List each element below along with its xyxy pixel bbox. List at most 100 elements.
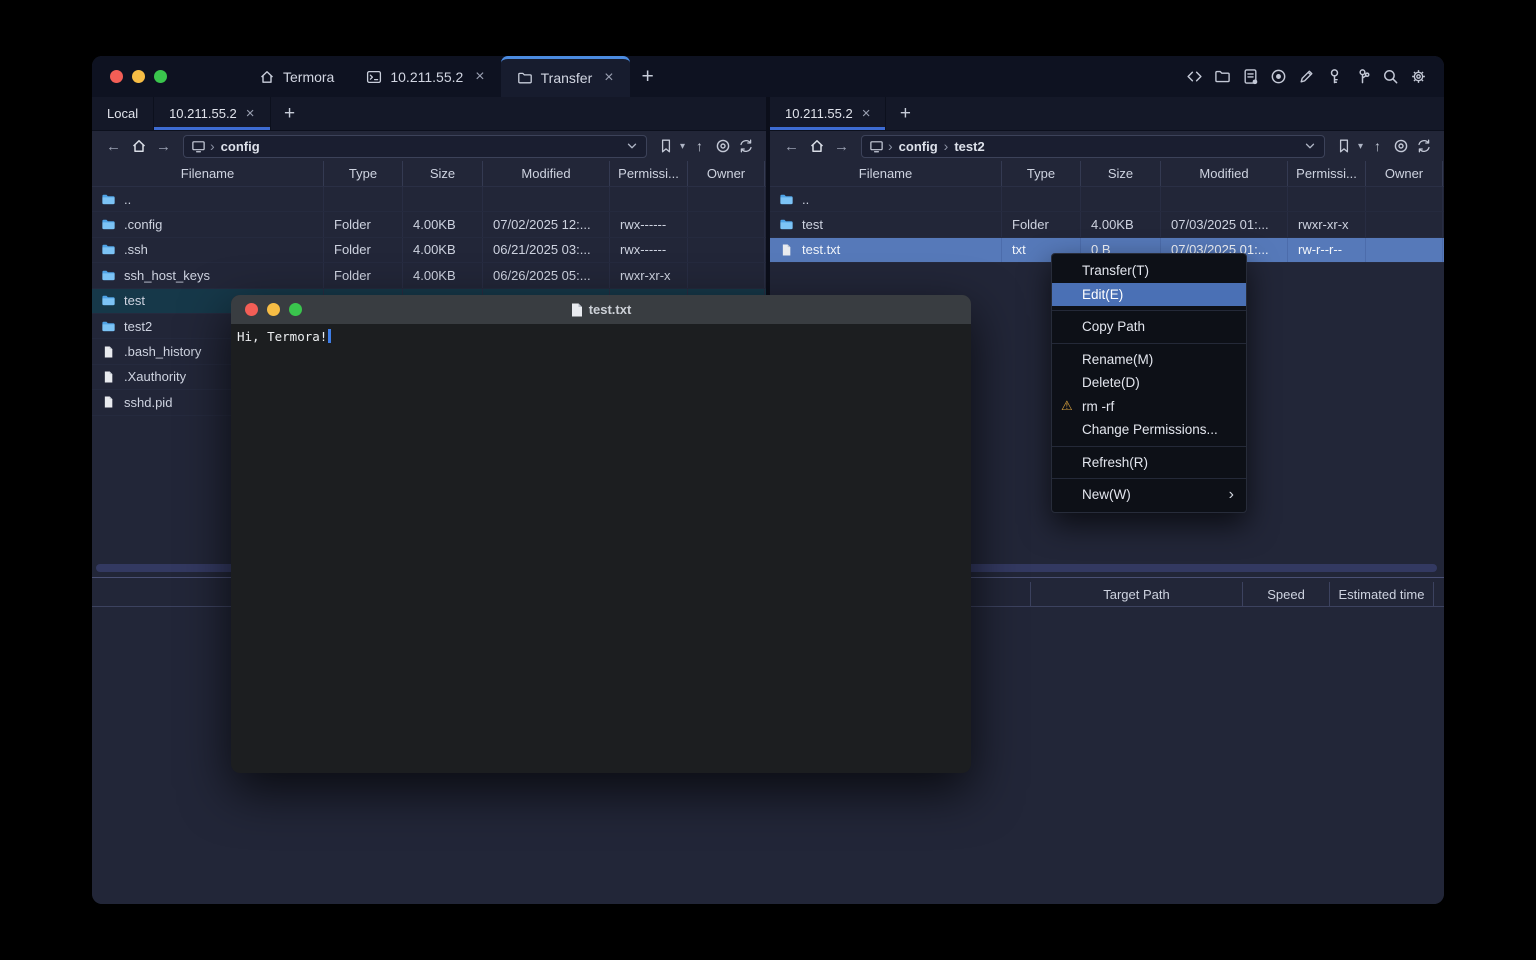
owner-cell bbox=[1366, 187, 1443, 211]
show-hidden-button[interactable] bbox=[1389, 134, 1412, 158]
log-icon[interactable] bbox=[1242, 68, 1259, 85]
menu-item-label: rm -rf bbox=[1082, 399, 1114, 414]
transfer-column-header[interactable]: Target Path bbox=[1031, 582, 1243, 606]
modified-cell: 07/03/2025 01:... bbox=[1161, 212, 1288, 236]
editor-titlebar[interactable]: test.txt bbox=[231, 295, 971, 324]
column-header[interactable]: Modified bbox=[483, 161, 610, 186]
owner-cell bbox=[688, 212, 765, 236]
table-header: FilenameTypeSizeModifiedPermissi...Owner bbox=[770, 161, 1444, 187]
show-hidden-button[interactable] bbox=[711, 134, 734, 158]
menu-item-edit-e[interactable]: Edit(E) bbox=[1052, 283, 1246, 307]
table-row[interactable]: testFolder4.00KB07/03/2025 01:...rwxr-xr… bbox=[770, 212, 1444, 237]
refresh-button[interactable] bbox=[1412, 134, 1435, 158]
tab-host[interactable]: 10.211.55.2 × bbox=[350, 56, 500, 97]
pane-tab-label: 10.211.55.2 bbox=[785, 106, 853, 121]
close-icon[interactable]: × bbox=[475, 69, 484, 85]
minimize-window-button[interactable] bbox=[132, 70, 145, 83]
menu-item-rename-m[interactable]: Rename(M) bbox=[1052, 348, 1246, 372]
new-tab-button[interactable]: + bbox=[630, 56, 666, 97]
permissions-cell: rw-r--r-- bbox=[1288, 238, 1366, 262]
bookmark-button[interactable] bbox=[654, 134, 677, 158]
upload-button[interactable]: ↑ bbox=[688, 134, 711, 158]
key-icon[interactable] bbox=[1326, 68, 1343, 85]
path-segment[interactable]: test2 bbox=[954, 139, 984, 154]
menu-item-refresh-r[interactable]: Refresh(R) bbox=[1052, 451, 1246, 475]
column-header[interactable]: Owner bbox=[1366, 161, 1443, 186]
close-icon[interactable]: × bbox=[862, 106, 871, 121]
record-icon[interactable] bbox=[1270, 68, 1287, 85]
forward-button[interactable]: → bbox=[829, 134, 854, 158]
close-window-button[interactable] bbox=[245, 303, 258, 316]
path-bar[interactable]: ›config bbox=[183, 135, 647, 158]
folder-icon bbox=[100, 242, 116, 257]
close-icon[interactable]: × bbox=[604, 70, 613, 86]
menu-item-transfer-t[interactable]: Transfer(T) bbox=[1052, 259, 1246, 283]
column-header[interactable]: Permissi... bbox=[610, 161, 688, 186]
table-row[interactable]: .configFolder4.00KB07/02/2025 12:...rwx-… bbox=[92, 212, 766, 237]
column-header[interactable]: Size bbox=[403, 161, 483, 186]
transfer-column-header[interactable]: Estimated time bbox=[1330, 582, 1434, 606]
minimize-window-button[interactable] bbox=[267, 303, 280, 316]
menu-item-change-permissions[interactable]: Change Permissions... bbox=[1052, 418, 1246, 442]
tab-termora[interactable]: Termora bbox=[243, 56, 350, 97]
column-header[interactable]: Type bbox=[1002, 161, 1081, 186]
path-segment[interactable]: config bbox=[899, 139, 938, 154]
table-row[interactable]: .. bbox=[770, 187, 1444, 212]
forward-button[interactable]: → bbox=[151, 134, 176, 158]
filename-cell: .. bbox=[92, 187, 324, 211]
window-controls bbox=[92, 56, 183, 97]
close-icon[interactable]: × bbox=[246, 106, 255, 121]
chevron-down-icon[interactable] bbox=[625, 139, 639, 153]
table-row[interactable]: .sshFolder4.00KB06/21/2025 03:...rwx----… bbox=[92, 238, 766, 263]
bookmark-button[interactable] bbox=[1332, 134, 1355, 158]
pane-tab-10-211-55-2[interactable]: 10.211.55.2× bbox=[154, 97, 270, 130]
new-tab-button[interactable]: + bbox=[886, 97, 924, 130]
path-bar[interactable]: ›config›test2 bbox=[861, 135, 1325, 158]
caret-down-icon[interactable]: ▾ bbox=[677, 141, 688, 152]
table-row[interactable]: ssh_host_keysFolder4.00KB06/26/2025 05:.… bbox=[92, 263, 766, 288]
pane-toolbar: ← → ›config›test2 ▾ bbox=[770, 131, 1444, 161]
home-button[interactable] bbox=[126, 134, 151, 158]
editor-content[interactable]: Hi, Termora! bbox=[231, 324, 971, 349]
upload-button[interactable]: ↑ bbox=[1366, 134, 1389, 158]
menu-item-rm-rf[interactable]: ⚠rm -rf bbox=[1052, 395, 1246, 419]
table-row[interactable]: .. bbox=[92, 187, 766, 212]
column-header[interactable]: Owner bbox=[688, 161, 765, 186]
home-button[interactable] bbox=[804, 134, 829, 158]
settings-icon[interactable] bbox=[1410, 68, 1427, 85]
pane-tab-10-211-55-2[interactable]: 10.211.55.2 × bbox=[770, 97, 886, 130]
home-icon bbox=[259, 69, 275, 85]
column-header[interactable]: Modified bbox=[1161, 161, 1288, 186]
code-icon[interactable] bbox=[1186, 68, 1203, 85]
size-cell: 4.00KB bbox=[403, 238, 483, 262]
menu-item-delete-d[interactable]: Delete(D) bbox=[1052, 371, 1246, 395]
pane-tab-local[interactable]: Local bbox=[92, 97, 154, 130]
pane-tabbar: Local10.211.55.2×+ bbox=[92, 97, 766, 131]
column-header[interactable]: Type bbox=[324, 161, 403, 186]
modified-cell: 06/21/2025 03:... bbox=[483, 238, 610, 262]
refresh-button[interactable] bbox=[734, 134, 757, 158]
menu-item-new-w[interactable]: New(W)› bbox=[1052, 483, 1246, 507]
column-header[interactable]: Permissi... bbox=[1288, 161, 1366, 186]
menu-divider bbox=[1052, 310, 1246, 311]
path-segment[interactable]: config bbox=[221, 139, 260, 154]
edit-icon[interactable] bbox=[1298, 68, 1315, 85]
keychain-icon[interactable] bbox=[1354, 68, 1371, 85]
back-button[interactable]: ← bbox=[779, 134, 804, 158]
menu-item-label: Refresh(R) bbox=[1082, 455, 1148, 470]
tab-transfer[interactable]: Transfer × bbox=[501, 56, 630, 97]
folder-icon[interactable] bbox=[1214, 68, 1231, 85]
column-header[interactable]: Size bbox=[1081, 161, 1161, 186]
caret-down-icon[interactable]: ▾ bbox=[1355, 141, 1366, 152]
chevron-down-icon[interactable] bbox=[1303, 139, 1317, 153]
zoom-window-button[interactable] bbox=[154, 70, 167, 83]
close-window-button[interactable] bbox=[110, 70, 123, 83]
search-icon[interactable] bbox=[1382, 68, 1399, 85]
transfer-column-header[interactable]: Speed bbox=[1243, 582, 1330, 606]
column-header[interactable]: Filename bbox=[770, 161, 1002, 186]
column-header[interactable]: Filename bbox=[92, 161, 324, 186]
menu-item-copy-path[interactable]: Copy Path bbox=[1052, 315, 1246, 339]
zoom-window-button[interactable] bbox=[289, 303, 302, 316]
new-tab-button[interactable]: + bbox=[271, 97, 309, 130]
back-button[interactable]: ← bbox=[101, 134, 126, 158]
